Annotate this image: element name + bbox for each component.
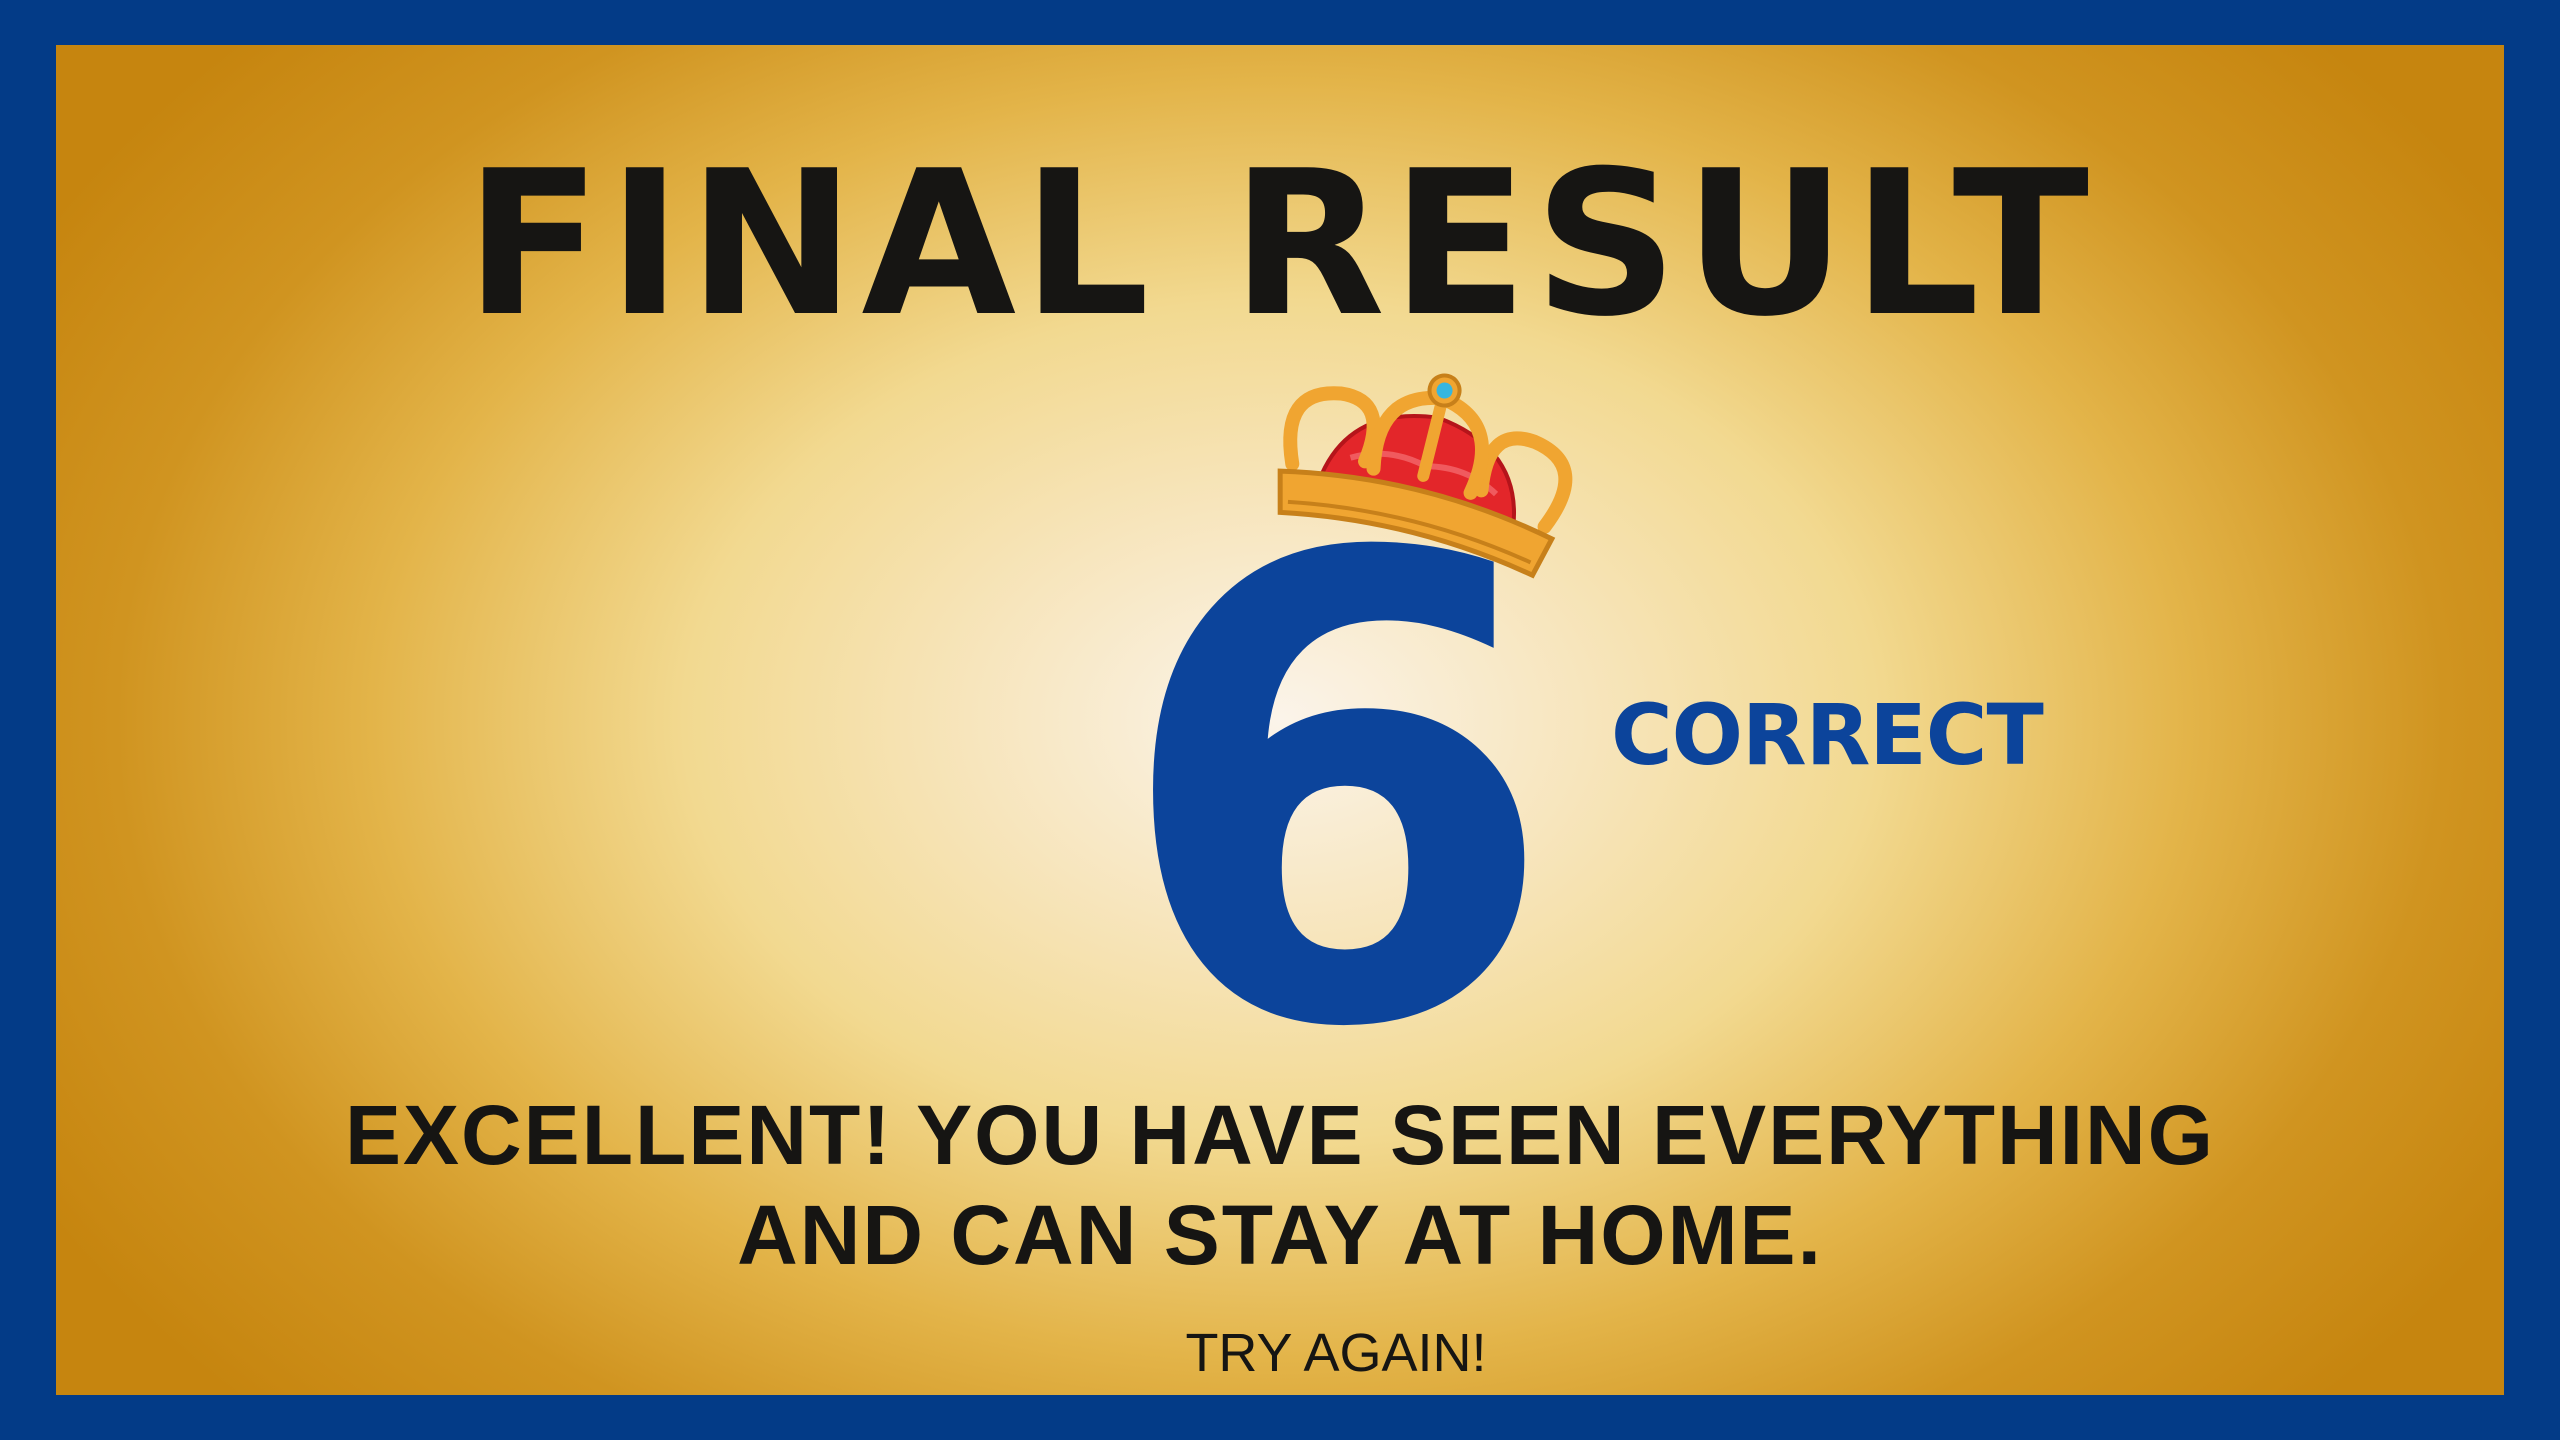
result-panel: FINAL RESULT 6 CORRECT EXCELLENT! YOU HA…: [56, 45, 2504, 1395]
try-again-button[interactable]: TRY AGAIN!: [1086, 1318, 1586, 1388]
result-screen-frame: FINAL RESULT 6 CORRECT EXCELLENT! YOU HA…: [0, 0, 2560, 1440]
correct-label: CORRECT: [1611, 686, 2044, 784]
final-result-title: FINAL RESULT: [464, 128, 2096, 361]
score-display: 6: [1076, 335, 1596, 1115]
result-message-line-2: AND CAN STAY AT HOME.: [737, 1188, 1823, 1282]
crown-icon: [1277, 373, 1573, 579]
result-message-line-1: EXCELLENT! YOU HAVE SEEN EVERYTHING: [344, 1088, 2216, 1182]
result-message: EXCELLENT! YOU HAVE SEEN EVERYTHING AND …: [56, 1085, 2504, 1285]
